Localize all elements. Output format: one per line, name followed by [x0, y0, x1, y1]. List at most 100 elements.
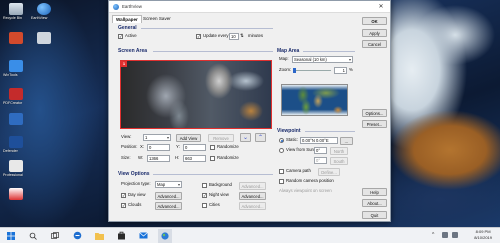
- day-view-checkbox[interactable]: ✓: [121, 193, 126, 198]
- spinner-arrows[interactable]: ⇅: [240, 33, 244, 39]
- projection-select[interactable]: Map: [155, 181, 182, 188]
- clouds-checkbox[interactable]: ✓: [121, 203, 126, 208]
- taskbar-mail[interactable]: [136, 229, 150, 243]
- height-input[interactable]: 663: [183, 155, 206, 162]
- desktop-icon-defender[interactable]: Defender: [3, 136, 29, 153]
- background-label: Background: [209, 182, 232, 187]
- sun-offset-input[interactable]: 0°: [314, 147, 327, 154]
- divider: [153, 174, 273, 175]
- static-coordinates-input[interactable]: 0.00°N 0.00°E: [300, 137, 338, 144]
- view-label: View:: [121, 134, 132, 139]
- size-label: Size:: [121, 155, 131, 160]
- desktop-icon[interactable]: [3, 113, 29, 126]
- x-input[interactable]: 0: [147, 144, 170, 151]
- y-label: Y:: [176, 144, 180, 149]
- remove-view-button[interactable]: Remove: [208, 134, 234, 142]
- desktop-background: Recycle Bin EarthView WinTools PDFCreato…: [0, 0, 500, 227]
- night-advanced-button[interactable]: Advanced...: [239, 192, 266, 200]
- preset-button[interactable]: Preset...: [362, 120, 387, 128]
- pick-location-button[interactable]: …: [340, 137, 353, 145]
- cancel-button[interactable]: Cancel: [362, 40, 387, 48]
- chevron-up-icon: ⌃: [257, 135, 264, 141]
- sun-offset-input-2[interactable]: 0°: [314, 157, 327, 164]
- add-view-button[interactable]: Add View: [176, 134, 201, 142]
- clouds-label: Clouds: [128, 202, 142, 207]
- position-label: Position:: [121, 144, 138, 149]
- desktop-icon-recycle-bin[interactable]: Recycle Bin: [3, 3, 29, 20]
- app-icon: [37, 32, 51, 44]
- cities-label: Cities: [209, 202, 220, 207]
- help-button[interactable]: Help: [362, 188, 387, 196]
- chevron-up-icon[interactable]: ^: [432, 232, 438, 238]
- background-checkbox[interactable]: [202, 183, 207, 188]
- randomize-size-checkbox[interactable]: [210, 156, 215, 161]
- zoom-slider-thumb[interactable]: [293, 68, 296, 73]
- general-section-title: General: [118, 25, 137, 31]
- x-label: X:: [140, 144, 145, 149]
- tab-screen-saver[interactable]: Screen Saver: [140, 15, 174, 22]
- recycle-bin-icon: [9, 3, 23, 15]
- taskbar-clock[interactable]: 8:09 PM 8/10/2019: [474, 229, 492, 241]
- desktop-icon[interactable]: [3, 188, 29, 201]
- background-advanced-button[interactable]: Advanced...: [239, 182, 266, 190]
- divider: [141, 28, 273, 29]
- title-bar[interactable]: EarthView ✕: [109, 1, 390, 13]
- cities-checkbox[interactable]: [202, 203, 207, 208]
- randomize-position-label: Randomize: [217, 144, 239, 149]
- folder-icon: [94, 232, 104, 240]
- screen-area-preview[interactable]: 1: [120, 60, 272, 129]
- apply-button[interactable]: Apply: [362, 29, 387, 37]
- randomize-position-checkbox[interactable]: [210, 145, 215, 150]
- divider: [305, 131, 355, 132]
- map-area-section-title: Map Area: [277, 48, 300, 54]
- desktop-icon-earthview[interactable]: EarthView: [31, 3, 57, 20]
- random-camera-checkbox[interactable]: [279, 179, 284, 184]
- clouds-advanced-button[interactable]: Advanced...: [155, 202, 182, 210]
- update-interval-input[interactable]: 10: [229, 33, 239, 40]
- zoom-slider[interactable]: [293, 68, 331, 73]
- camera-path-label: Camera path: [286, 168, 311, 173]
- night-view-checkbox[interactable]: ✓: [202, 193, 207, 198]
- search-button[interactable]: [26, 229, 40, 243]
- desktop-icon-professional[interactable]: Professional: [3, 160, 29, 177]
- tab-wallpaper[interactable]: Wallpaper: [112, 15, 142, 23]
- taskbar-explorer[interactable]: [92, 229, 106, 243]
- map-area-preview[interactable]: [281, 84, 348, 116]
- speaker-icon[interactable]: [452, 232, 458, 238]
- day-advanced-button[interactable]: Advanced...: [155, 192, 182, 200]
- desktop-icon-label: WinTools: [3, 73, 18, 77]
- desktop-icon-pdfcreator[interactable]: PDFCreator: [3, 88, 29, 105]
- south-button[interactable]: South: [330, 157, 348, 165]
- active-checkbox[interactable]: ✓: [118, 34, 123, 39]
- desktop-icon-wintools[interactable]: WinTools: [3, 60, 29, 77]
- move-down-button[interactable]: ⌄: [240, 133, 251, 142]
- desktop-icon[interactable]: [3, 32, 29, 45]
- sun-radio[interactable]: [279, 148, 284, 153]
- taskbar-edge[interactable]: [70, 229, 84, 243]
- task-view-button[interactable]: [48, 229, 62, 243]
- taskbar-earthview[interactable]: [158, 228, 172, 243]
- network-icon[interactable]: [442, 232, 448, 238]
- update-checkbox[interactable]: ✓: [196, 34, 201, 39]
- close-button[interactable]: ✕: [372, 1, 390, 13]
- y-input[interactable]: 0: [183, 144, 206, 151]
- zoom-input[interactable]: 1: [334, 67, 347, 74]
- width-input[interactable]: 1366: [147, 155, 170, 162]
- taskbar-store[interactable]: [114, 229, 128, 243]
- view-select[interactable]: 1: [143, 134, 171, 141]
- about-button[interactable]: About...: [362, 199, 387, 207]
- camera-path-checkbox[interactable]: [279, 169, 284, 174]
- static-radio[interactable]: [279, 138, 284, 143]
- north-button[interactable]: North: [330, 147, 348, 155]
- ok-button[interactable]: OK: [362, 17, 387, 25]
- viewpoint-section-title: Viewpoint: [277, 128, 301, 134]
- cities-advanced-button[interactable]: Advanced...: [239, 202, 266, 210]
- app-icon: [9, 60, 23, 72]
- map-select[interactable]: Seasonal (10 km): [292, 56, 353, 63]
- options-button[interactable]: Options...: [362, 109, 387, 117]
- move-up-button[interactable]: ⌃: [255, 133, 266, 142]
- start-button[interactable]: [4, 229, 18, 243]
- desktop-icon[interactable]: [31, 32, 57, 45]
- quit-button[interactable]: Quit: [362, 211, 387, 219]
- define-button[interactable]: Define...: [318, 168, 340, 176]
